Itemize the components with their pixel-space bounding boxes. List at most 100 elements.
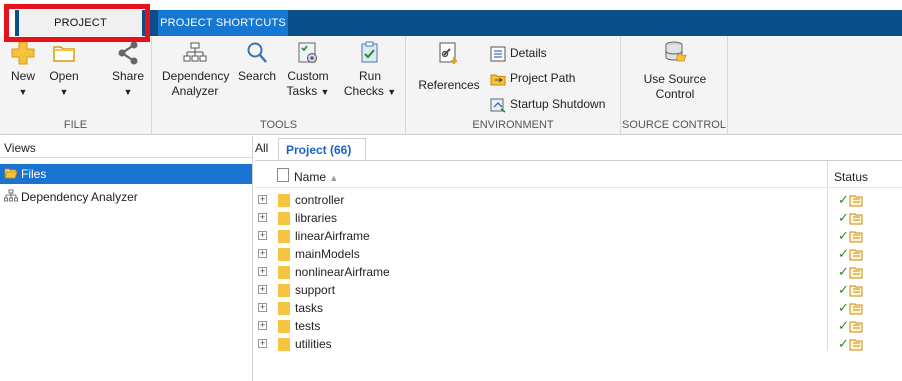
run-checks-icon: [361, 41, 378, 63]
search-button[interactable]: Search: [236, 40, 278, 84]
status-ok-icon: ✓: [838, 228, 849, 243]
folder-icon: [278, 284, 290, 297]
run-label-2: Checks ▼: [343, 84, 397, 98]
views-header: Views: [0, 138, 252, 158]
file-name: libraries: [295, 211, 338, 225]
file-icon: [277, 168, 289, 182]
project-path-button[interactable]: Project Path: [490, 68, 575, 88]
file-name: linearAirframe: [295, 229, 370, 243]
expand-icon[interactable]: +: [258, 321, 267, 330]
ribbon-section-environment: References Details Project Path Startup …: [406, 36, 621, 135]
ribbon-section-source-control: Use Source Control SOURCE CONTROL: [621, 36, 728, 135]
ribbon-toolbar: New ▼ Open ▼ Share ▼ FILE Dependency Ana…: [0, 36, 902, 135]
section-label-tools: TOOLS: [259, 119, 298, 131]
startup-shutdown-button[interactable]: Startup Shutdown: [490, 94, 605, 114]
folder-icon: [53, 46, 75, 62]
details-label: Details: [510, 46, 547, 60]
project-file-status-icon: [849, 231, 863, 243]
table-row[interactable]: + utilities ✓: [255, 336, 902, 354]
project-file-status-icon: [849, 285, 863, 297]
use-source-control-button[interactable]: Use Source Control: [633, 40, 717, 102]
chevron-down-icon: ▼: [387, 87, 397, 97]
folder-icon: [278, 320, 290, 333]
table-row[interactable]: + controller ✓: [255, 192, 902, 210]
expand-icon[interactable]: +: [258, 249, 267, 258]
custom-tasks-icon: [298, 42, 317, 63]
references-label: References: [418, 78, 480, 92]
view-dependency-label: Dependency Analyzer: [21, 190, 138, 204]
project-file-status-icon: [849, 249, 863, 261]
run-checks-button[interactable]: Run Checks ▼: [342, 40, 398, 100]
expand-icon[interactable]: +: [258, 195, 267, 204]
use-source-label-2: Control: [655, 87, 695, 101]
project-file-status-icon: [849, 321, 863, 333]
expand-icon[interactable]: +: [258, 285, 267, 294]
status-ok-icon: ✓: [838, 282, 849, 297]
expand-icon[interactable]: +: [258, 267, 267, 276]
dependency-analyzer-button[interactable]: Dependency Analyzer: [162, 40, 230, 99]
expand-icon[interactable]: +: [258, 339, 267, 348]
dependency-tree-icon: [183, 42, 207, 62]
custom-tasks-button[interactable]: Custom Tasks ▼: [282, 40, 334, 100]
run-label-1: Run: [358, 69, 381, 83]
status-ok-icon: ✓: [838, 210, 849, 225]
column-header-status[interactable]: Status: [834, 170, 868, 184]
plus-icon: [11, 41, 35, 65]
sort-ascending-icon: ▲: [329, 173, 339, 183]
status-ok-icon: ✓: [838, 192, 849, 207]
file-name: controller: [295, 193, 345, 207]
ribbon-section-file: New ▼ Open ▼ Share ▼ FILE: [0, 36, 152, 135]
new-button[interactable]: New ▼: [8, 40, 38, 100]
open-label: Open: [49, 69, 79, 83]
details-button[interactable]: Details: [490, 43, 547, 63]
custom-label-1: Custom: [287, 69, 329, 83]
section-label-file: FILE: [63, 119, 88, 131]
status-ok-icon: ✓: [838, 336, 849, 351]
tab-project-files[interactable]: Project (66): [278, 138, 366, 161]
expand-icon[interactable]: +: [258, 213, 267, 222]
project-file-status-icon: [849, 195, 863, 207]
table-row[interactable]: + libraries ✓: [255, 210, 902, 228]
dependency-label-1: Dependency: [162, 69, 230, 83]
view-item-dependency-analyzer[interactable]: Dependency Analyzer: [0, 187, 252, 207]
dependency-label-2: Analyzer: [171, 84, 219, 98]
table-row[interactable]: + tests ✓: [255, 318, 902, 336]
folder-icon: [278, 212, 290, 225]
new-label: New: [10, 69, 35, 83]
project-file-status-icon: [849, 339, 863, 351]
project-file-status-icon: [849, 303, 863, 315]
project-file-status-icon: [849, 213, 863, 225]
table-row[interactable]: + tasks ✓: [255, 300, 902, 318]
chevron-down-icon: ▼: [18, 87, 28, 97]
table-row[interactable]: + linearAirframe ✓: [255, 228, 902, 246]
status-ok-icon: ✓: [838, 300, 849, 315]
highlight-annotation-box: [4, 4, 150, 42]
status-ok-icon: ✓: [838, 246, 849, 261]
references-button[interactable]: References: [416, 40, 482, 93]
source-control-icon: [665, 41, 687, 62]
view-item-files[interactable]: Files: [0, 164, 252, 184]
file-name: tasks: [295, 301, 324, 315]
table-row[interactable]: + mainModels ✓: [255, 246, 902, 264]
startup-shutdown-label: Startup Shutdown: [510, 97, 606, 111]
folder-icon: [278, 230, 290, 243]
panel-divider[interactable]: [252, 136, 253, 381]
share-label: Share: [111, 69, 145, 83]
header-separator: [255, 187, 902, 188]
chevron-down-icon: ▼: [59, 87, 69, 97]
tab-project-shortcuts[interactable]: PROJECT SHORTCUTS: [158, 10, 288, 36]
view-files-label: Files: [21, 167, 47, 181]
table-row[interactable]: + nonlinearAirframe ✓: [255, 264, 902, 282]
share-button[interactable]: Share ▼: [110, 40, 146, 100]
section-label-environment: ENVIRONMENT: [472, 119, 554, 131]
expand-icon[interactable]: +: [258, 303, 267, 312]
column-header-name[interactable]: Name ▲: [294, 170, 338, 184]
tab-all[interactable]: All: [255, 141, 268, 155]
open-button[interactable]: Open ▼: [46, 40, 82, 100]
file-name: mainModels: [295, 247, 360, 261]
folder-open-icon: [4, 168, 18, 179]
status-ok-icon: ✓: [838, 318, 849, 333]
table-row[interactable]: + support ✓: [255, 282, 902, 300]
tabs-underline: [255, 160, 902, 161]
expand-icon[interactable]: +: [258, 231, 267, 240]
